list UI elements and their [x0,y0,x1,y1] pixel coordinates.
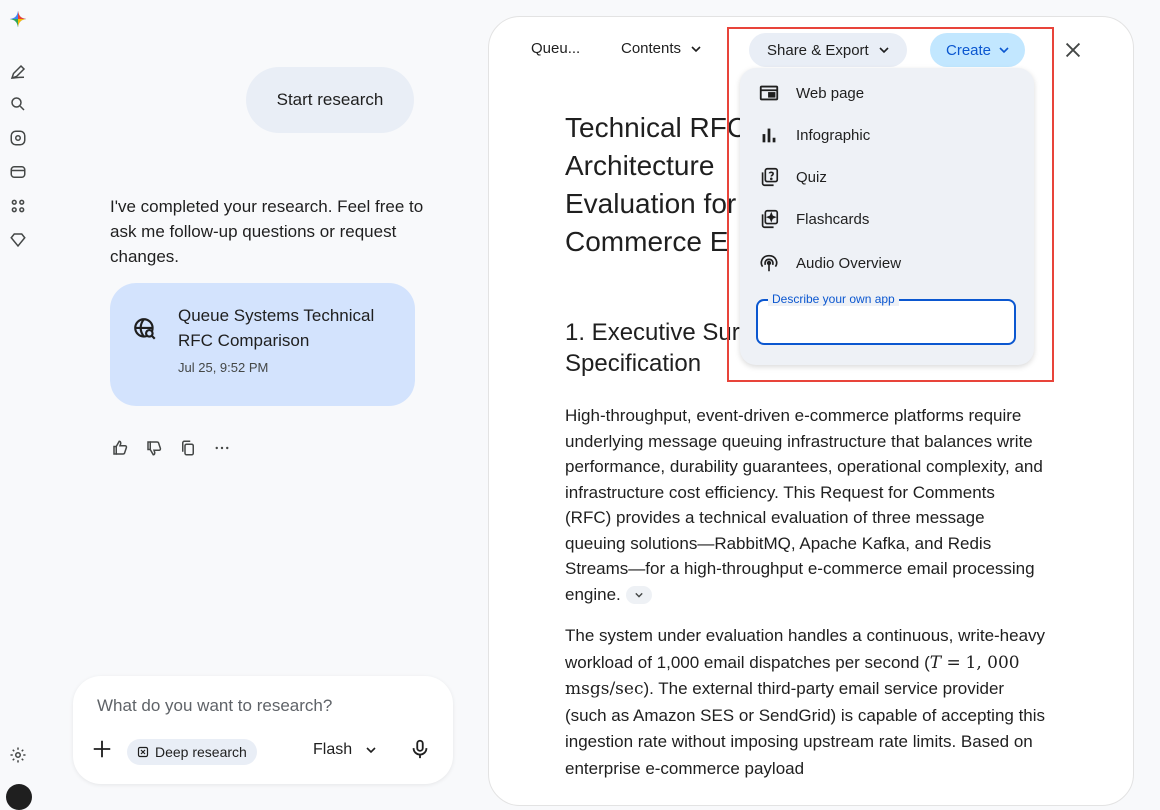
prompt-input[interactable]: What do you want to research? [97,696,332,716]
search-icon[interactable] [9,95,27,113]
thumbs-up-icon[interactable] [110,438,130,458]
contents-label: Contents [621,40,682,57]
deep-research-chip[interactable]: Deep research [127,739,257,765]
user-message-text: Start research [276,90,384,109]
apps-icon[interactable] [9,197,27,215]
microphone-icon[interactable] [409,738,431,760]
paragraph-1-text: High-throughput, event-driven e-commerce… [565,406,1043,604]
contents-menu[interactable]: Contents [621,40,701,57]
assistant-reply: I've completed your research. Feel free … [110,197,424,266]
add-icon[interactable] [91,738,113,760]
deep-research-label: Deep research [155,744,247,760]
thumbs-down-icon[interactable] [144,438,164,458]
paragraph-1: High-throughput, event-driven e-commerce… [565,403,1045,607]
math-inline: T = [929,652,961,673]
copy-icon[interactable] [178,438,198,458]
model-label: Flash [313,741,353,758]
doc-title-short[interactable]: Queu... [531,40,580,57]
settings-icon[interactable] [9,746,27,764]
deep-research-icon [137,746,149,758]
new-chat-icon[interactable] [9,63,27,81]
response-actions [110,438,232,458]
chevron-down-icon [634,592,643,598]
library-icon[interactable] [9,163,27,181]
user-message-bubble: Start research [246,67,414,133]
model-selector[interactable]: Flash [313,741,376,759]
research-doc-card[interactable]: Queue Systems Technical RFC Comparison J… [110,283,415,406]
highlight-box [727,27,1054,382]
close-icon[interactable] [1062,39,1084,61]
gem-icon[interactable] [9,129,27,147]
diamond-icon[interactable] [9,231,27,249]
globe-search-icon [132,316,158,342]
doc-card-title: Queue Systems Technical RFC Comparison [178,306,375,350]
doc-card-date: Jul 25, 9:52 PM [178,360,269,375]
prompt-input-box[interactable]: What do you want to research? Deep resea… [73,676,453,784]
avatar[interactable] [6,784,32,810]
chevron-down-icon [691,45,701,52]
more-options-icon[interactable] [212,438,232,458]
paragraph-2: The system under evaluation handles a co… [565,623,1047,782]
expand-citation-button[interactable] [625,586,652,605]
chevron-down-icon [366,747,376,754]
gemini-logo-icon[interactable] [9,10,27,28]
